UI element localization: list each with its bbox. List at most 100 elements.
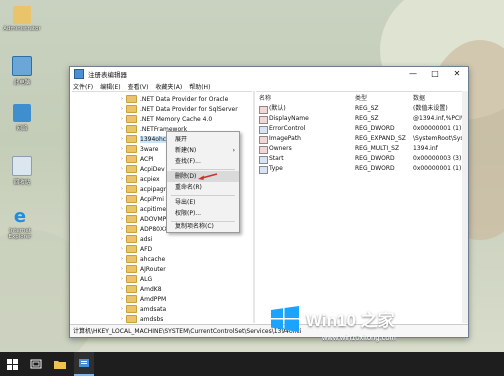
expand-arrow-icon[interactable]: › [118, 176, 126, 182]
taskbar [0, 352, 504, 376]
expand-arrow-icon[interactable]: › [118, 206, 126, 212]
value-row[interactable]: (默认) REG_SZ (数值未设置) [256, 104, 462, 114]
expand-arrow-icon[interactable]: › [118, 186, 126, 192]
expand-arrow-icon[interactable]: › [118, 286, 126, 292]
tree-item[interactable]: › AJRouter [118, 264, 166, 274]
tree-item[interactable]: › acpitime [118, 204, 166, 214]
expand-arrow-icon[interactable]: › [118, 126, 126, 132]
tree-item[interactable]: › ACPI [118, 154, 154, 164]
desktop-icon-label: Administrator [3, 26, 41, 32]
binary-value-icon [259, 156, 268, 164]
folder-icon [126, 195, 137, 203]
tree-item[interactable]: › 3ware [118, 144, 158, 154]
tree-item[interactable]: › .NET Memory Cache 4.0 [118, 114, 212, 124]
close-button[interactable]: ✕ [446, 67, 468, 81]
tree-item[interactable]: › acpipagr [118, 184, 166, 194]
expand-arrow-icon[interactable]: › [118, 226, 126, 232]
tree-item[interactable]: › .NET Data Provider for SqlServer [118, 104, 238, 114]
tree-item[interactable]: › AcpiPmi [118, 194, 164, 204]
title-bar[interactable]: 注册表编辑器 — □ ✕ [70, 67, 468, 81]
menu-help[interactable]: 帮助(H) [189, 82, 210, 91]
value-row[interactable]: ErrorControl REG_DWORD 0x00000001 (1) [256, 124, 462, 134]
recycle-bin-icon [12, 156, 32, 176]
start-button[interactable] [2, 352, 22, 376]
expand-arrow-icon[interactable]: › [118, 166, 126, 172]
value-row[interactable]: Type REG_DWORD 0x00000001 (1) [256, 164, 462, 174]
tree-item[interactable]: › ADP80XX [118, 224, 168, 234]
desktop-icon-network[interactable]: 网络 [2, 104, 42, 132]
taskbar-regedit[interactable] [74, 352, 94, 376]
menu-file[interactable]: 文件(F) [73, 82, 93, 91]
desktop-icon-this-pc[interactable]: 此电脑 [2, 56, 42, 86]
context-item-rename[interactable]: 重命名(R) [167, 182, 239, 193]
column-header-type[interactable]: 类型 [355, 93, 367, 102]
expand-arrow-icon[interactable]: › [118, 276, 126, 282]
column-header-name[interactable]: 名称 [259, 93, 271, 102]
expand-arrow-icon[interactable]: › [118, 106, 126, 112]
expand-arrow-icon[interactable]: › [118, 246, 126, 252]
tree-item[interactable]: › ALG [118, 274, 152, 284]
folder-icon [126, 135, 137, 143]
value-name: DisplayName [269, 115, 309, 122]
binary-value-icon [259, 126, 268, 134]
tree-item[interactable]: › 1394ohci [118, 134, 168, 144]
context-item-new[interactable]: 新建(N) › [167, 145, 239, 156]
desktop-icon-internet-explorer[interactable]: e Internet Explorer [0, 208, 40, 241]
task-view-button[interactable] [26, 352, 46, 376]
expand-arrow-icon[interactable]: › [118, 136, 126, 142]
pane-splitter[interactable] [253, 91, 255, 323]
context-item-export[interactable]: 导出(E) [167, 197, 239, 208]
expand-arrow-icon[interactable]: › [118, 296, 126, 302]
menu-edit[interactable]: 编辑(E) [100, 82, 120, 91]
menu-separator [171, 195, 235, 196]
values-list[interactable]: 名称 类型 数据 (默认) REG_SZ (数值未设置) DisplayName REG… [256, 91, 462, 324]
tree-item[interactable]: › amdsata [118, 304, 166, 314]
value-row[interactable]: Start REG_DWORD 0x00000003 (3) [256, 154, 462, 164]
expand-arrow-icon[interactable]: › [118, 216, 126, 222]
menu-separator [171, 169, 235, 170]
value-row[interactable]: ImagePath REG_EXPAND_SZ \SystemRoot\Sys [256, 134, 462, 144]
values-scrollbar[interactable] [462, 91, 468, 323]
value-row[interactable]: Owners REG_MULTI_SZ 1394.inf [256, 144, 462, 154]
folder-icon [126, 215, 137, 223]
tree-item[interactable]: › adsi [118, 234, 152, 244]
tree-item[interactable]: › acpiex [118, 174, 160, 184]
tree-item-label: .NET Data Provider for Oracle [140, 95, 229, 103]
expand-arrow-icon[interactable]: › [118, 256, 126, 262]
tree-item[interactable]: › amdsbs [118, 314, 163, 324]
taskbar-file-explorer[interactable] [50, 352, 70, 376]
desktop-icon-user-folder[interactable]: Administrator [2, 6, 42, 32]
maximize-button[interactable]: □ [424, 67, 446, 81]
menu-view[interactable]: 查看(V) [128, 82, 149, 91]
tree-item[interactable]: › AmdK8 [118, 284, 162, 294]
context-item-copy-key-name[interactable]: 复制项名称(C) [167, 221, 239, 232]
tree-item[interactable]: › AFD [118, 244, 152, 254]
expand-arrow-icon[interactable]: › [118, 236, 126, 242]
column-header-data[interactable]: 数据 [413, 93, 425, 102]
expand-arrow-icon[interactable]: › [118, 116, 126, 122]
expand-arrow-icon[interactable]: › [118, 316, 126, 322]
context-item-permissions[interactable]: 权限(P)... [167, 208, 239, 219]
expand-arrow-icon[interactable]: › [118, 156, 126, 162]
menu-favorites[interactable]: 收藏夹(A) [155, 82, 182, 91]
desktop: Administrator 此电脑 网络 回收站 e Internet Expl… [0, 0, 504, 352]
desktop-icon-recycle-bin[interactable]: 回收站 [2, 156, 42, 186]
tree-item[interactable]: › AmdPPM [118, 294, 166, 304]
expand-arrow-icon[interactable]: › [118, 146, 126, 152]
expand-arrow-icon[interactable]: › [118, 306, 126, 312]
tree-item[interactable]: › ADOVMP [118, 214, 166, 224]
context-item-find[interactable]: 查找(F)... [167, 156, 239, 167]
expand-arrow-icon[interactable]: › [118, 266, 126, 272]
minimize-button[interactable]: — [402, 67, 424, 81]
folder-icon [126, 305, 137, 313]
tree-item[interactable]: › .NET Data Provider for Oracle [118, 94, 228, 104]
expand-arrow-icon[interactable]: › [118, 196, 126, 202]
tree-item[interactable]: › ahcache [118, 254, 165, 264]
expand-arrow-icon[interactable]: › [118, 96, 126, 102]
context-item-expand[interactable]: 展开 [167, 134, 239, 145]
menu-bar: 文件(F) 编辑(E) 查看(V) 收藏夹(A) 帮助(H) [70, 81, 468, 91]
tree-item[interactable]: › AcpiDev [118, 164, 165, 174]
value-type: REG_SZ [355, 115, 379, 122]
value-row[interactable]: DisplayName REG_SZ @1394.inf,%PCI\ [256, 114, 462, 124]
string-value-icon [259, 106, 268, 114]
